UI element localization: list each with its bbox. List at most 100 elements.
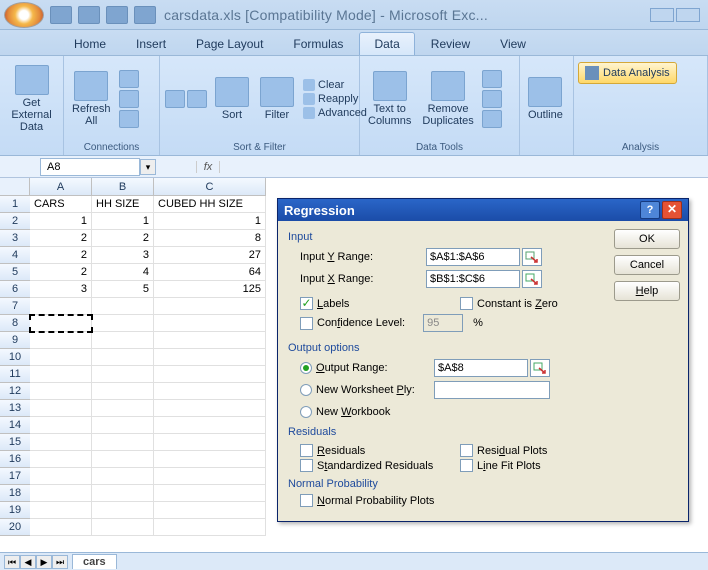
cancel-button[interactable]: Cancel (614, 255, 680, 275)
row-header-16[interactable]: 16 (0, 451, 30, 468)
cell-B13[interactable] (92, 400, 154, 417)
constant-zero-checkbox[interactable] (460, 297, 473, 310)
sort-az-icon[interactable] (165, 90, 185, 108)
sheet-nav-first[interactable]: ⏮ (4, 555, 20, 569)
cell-C11[interactable] (154, 366, 266, 383)
cell-C6[interactable]: 125 (154, 281, 266, 298)
advanced-filter-button[interactable]: Advanced (301, 106, 369, 120)
connections-icon[interactable] (119, 70, 139, 88)
name-box[interactable]: A8 (40, 158, 140, 176)
sheet-nav-last[interactable]: ⏭ (52, 555, 68, 569)
col-header-C[interactable]: C (154, 178, 266, 196)
cell-C3[interactable]: 8 (154, 230, 266, 247)
name-box-dropdown[interactable]: ▾ (140, 159, 156, 175)
output-range-radio[interactable] (300, 362, 312, 374)
row-header-10[interactable]: 10 (0, 349, 30, 366)
tab-view[interactable]: View (486, 33, 540, 55)
cell-A15[interactable] (30, 434, 92, 451)
row-header-20[interactable]: 20 (0, 519, 30, 536)
clear-filter-button[interactable]: Clear (301, 78, 369, 92)
new-workbook-radio[interactable] (300, 406, 312, 418)
normal-prob-checkbox[interactable] (300, 494, 313, 507)
cell-C13[interactable] (154, 400, 266, 417)
cell-B8[interactable] (92, 315, 154, 332)
cell-A17[interactable] (30, 468, 92, 485)
line-fit-plots-checkbox[interactable] (460, 459, 473, 472)
cell-A11[interactable] (30, 366, 92, 383)
qat-undo-icon[interactable] (78, 6, 100, 24)
tab-formulas[interactable]: Formulas (279, 33, 357, 55)
tab-page-layout[interactable]: Page Layout (182, 33, 277, 55)
cell-C7[interactable] (154, 298, 266, 315)
row-header-14[interactable]: 14 (0, 417, 30, 434)
cell-A2[interactable]: 1 (30, 213, 92, 230)
tab-insert[interactable]: Insert (122, 33, 180, 55)
confidence-level-checkbox[interactable] (300, 317, 313, 330)
row-header-13[interactable]: 13 (0, 400, 30, 417)
row-header-5[interactable]: 5 (0, 264, 30, 281)
row-header-11[interactable]: 11 (0, 366, 30, 383)
row-header-1[interactable]: 1 (0, 196, 30, 213)
cell-A7[interactable] (30, 298, 92, 315)
consolidate-icon[interactable] (482, 90, 502, 108)
properties-icon[interactable] (119, 90, 139, 108)
row-header-15[interactable]: 15 (0, 434, 30, 451)
ok-button[interactable]: OK (614, 229, 680, 249)
cell-C19[interactable] (154, 502, 266, 519)
tab-data[interactable]: Data (359, 32, 414, 55)
row-header-17[interactable]: 17 (0, 468, 30, 485)
cell-B18[interactable] (92, 485, 154, 502)
cell-C10[interactable] (154, 349, 266, 366)
cell-A12[interactable] (30, 383, 92, 400)
new-worksheet-radio[interactable] (300, 384, 312, 396)
new-worksheet-field[interactable] (434, 381, 550, 399)
cell-B20[interactable] (92, 519, 154, 536)
dialog-help-icon[interactable]: ? (640, 201, 660, 219)
data-analysis-button[interactable]: Data Analysis (578, 62, 677, 84)
cell-C2[interactable]: 1 (154, 213, 266, 230)
cell-B2[interactable]: 1 (92, 213, 154, 230)
row-header-2[interactable]: 2 (0, 213, 30, 230)
sort-button[interactable]: Sort (211, 75, 253, 123)
cell-B10[interactable] (92, 349, 154, 366)
sort-za-icon[interactable] (187, 90, 207, 108)
select-all-corner[interactable] (0, 178, 30, 196)
cell-C4[interactable]: 27 (154, 247, 266, 264)
reapply-filter-button[interactable]: Reapply (301, 92, 369, 106)
cell-C14[interactable] (154, 417, 266, 434)
help-button[interactable]: Help (614, 281, 680, 301)
col-header-A[interactable]: A (30, 178, 92, 196)
output-range-picker[interactable] (530, 359, 550, 377)
cell-A20[interactable] (30, 519, 92, 536)
sheet-nav-next[interactable]: ▶ (36, 555, 52, 569)
cell-C12[interactable] (154, 383, 266, 400)
dialog-close-button[interactable]: ✕ (662, 201, 682, 219)
outline-button[interactable]: Outline (524, 75, 567, 123)
cell-A3[interactable]: 2 (30, 230, 92, 247)
sheet-nav-prev[interactable]: ◀ (20, 555, 36, 569)
cell-B5[interactable]: 4 (92, 264, 154, 281)
row-header-12[interactable]: 12 (0, 383, 30, 400)
what-if-icon[interactable] (482, 110, 502, 128)
cell-A5[interactable]: 2 (30, 264, 92, 281)
cell-B6[interactable]: 5 (92, 281, 154, 298)
cell-A13[interactable] (30, 400, 92, 417)
text-to-columns-button[interactable]: Text to Columns (364, 69, 415, 129)
data-validation-icon[interactable] (482, 70, 502, 88)
cell-B12[interactable] (92, 383, 154, 400)
sheet-tab-cars[interactable]: cars (72, 554, 117, 569)
row-header-7[interactable]: 7 (0, 298, 30, 315)
qat-redo-icon[interactable] (106, 6, 128, 24)
cell-A4[interactable]: 2 (30, 247, 92, 264)
qat-save-icon[interactable] (50, 6, 72, 24)
fx-icon[interactable]: fx (196, 161, 220, 173)
cell-B14[interactable] (92, 417, 154, 434)
row-header-3[interactable]: 3 (0, 230, 30, 247)
cell-B16[interactable] (92, 451, 154, 468)
cell-B17[interactable] (92, 468, 154, 485)
qat-print-icon[interactable] (134, 6, 156, 24)
remove-duplicates-button[interactable]: Remove Duplicates (418, 69, 477, 129)
row-header-4[interactable]: 4 (0, 247, 30, 264)
cell-B1[interactable]: HH SIZE (92, 196, 154, 213)
cell-B3[interactable]: 2 (92, 230, 154, 247)
